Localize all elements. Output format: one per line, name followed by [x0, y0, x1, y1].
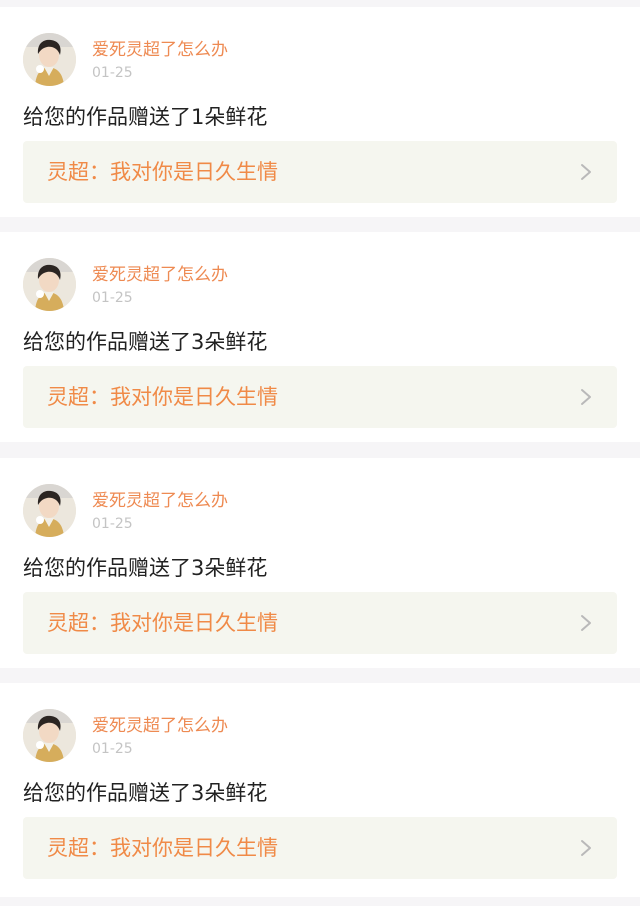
chevron-right-icon — [579, 613, 593, 633]
avatar-image — [23, 33, 76, 86]
timestamp: 01-25 — [92, 516, 133, 532]
work-link-card[interactable]: 灵超：我对你是日久生情 — [23, 817, 617, 879]
work-link-card[interactable]: 灵超：我对你是日久生情 — [23, 592, 617, 654]
notification-card: 爱死灵超了怎么办 01-25 给您的作品赠送了3朵鲜花 灵超：我对你是日久生情 — [0, 683, 640, 897]
timestamp: 01-25 — [92, 65, 133, 81]
timestamp: 01-25 — [92, 290, 133, 306]
username[interactable]: 爱死灵超了怎么办 — [92, 265, 228, 285]
avatar-image — [23, 258, 76, 311]
notification-message: 给您的作品赠送了3朵鲜花 — [23, 781, 268, 805]
avatar[interactable] — [23, 709, 76, 762]
work-link-card[interactable]: 灵超：我对你是日久生情 — [23, 141, 617, 203]
chevron-right-icon — [579, 838, 593, 858]
notification-message: 给您的作品赠送了1朵鲜花 — [23, 105, 268, 129]
work-title: 灵超：我对你是日久生情 — [47, 160, 278, 184]
notification-card: 爱死灵超了怎么办 01-25 给您的作品赠送了3朵鲜花 灵超：我对你是日久生情 — [0, 458, 640, 668]
avatar-image — [23, 709, 76, 762]
notification-card: 爱死灵超了怎么办 01-25 给您的作品赠送了3朵鲜花 灵超：我对你是日久生情 — [0, 232, 640, 442]
username[interactable]: 爱死灵超了怎么办 — [92, 716, 228, 736]
notification-message: 给您的作品赠送了3朵鲜花 — [23, 556, 268, 580]
avatar[interactable] — [23, 258, 76, 311]
chevron-right-icon — [579, 387, 593, 407]
username[interactable]: 爱死灵超了怎么办 — [92, 40, 228, 60]
notification-message: 给您的作品赠送了3朵鲜花 — [23, 330, 268, 354]
chevron-right-icon — [579, 162, 593, 182]
work-title: 灵超：我对你是日久生情 — [47, 611, 278, 635]
avatar[interactable] — [23, 484, 76, 537]
work-title: 灵超：我对你是日久生情 — [47, 836, 278, 860]
work-title: 灵超：我对你是日久生情 — [47, 385, 278, 409]
username[interactable]: 爱死灵超了怎么办 — [92, 491, 228, 511]
notification-card: 爱死灵超了怎么办 01-25 给您的作品赠送了1朵鲜花 灵超：我对你是日久生情 — [0, 7, 640, 217]
timestamp: 01-25 — [92, 741, 133, 757]
avatar-image — [23, 484, 76, 537]
avatar[interactable] — [23, 33, 76, 86]
work-link-card[interactable]: 灵超：我对你是日久生情 — [23, 366, 617, 428]
notification-feed: 爱死灵超了怎么办 01-25 给您的作品赠送了1朵鲜花 灵超：我对你是日久生情 … — [0, 0, 640, 906]
